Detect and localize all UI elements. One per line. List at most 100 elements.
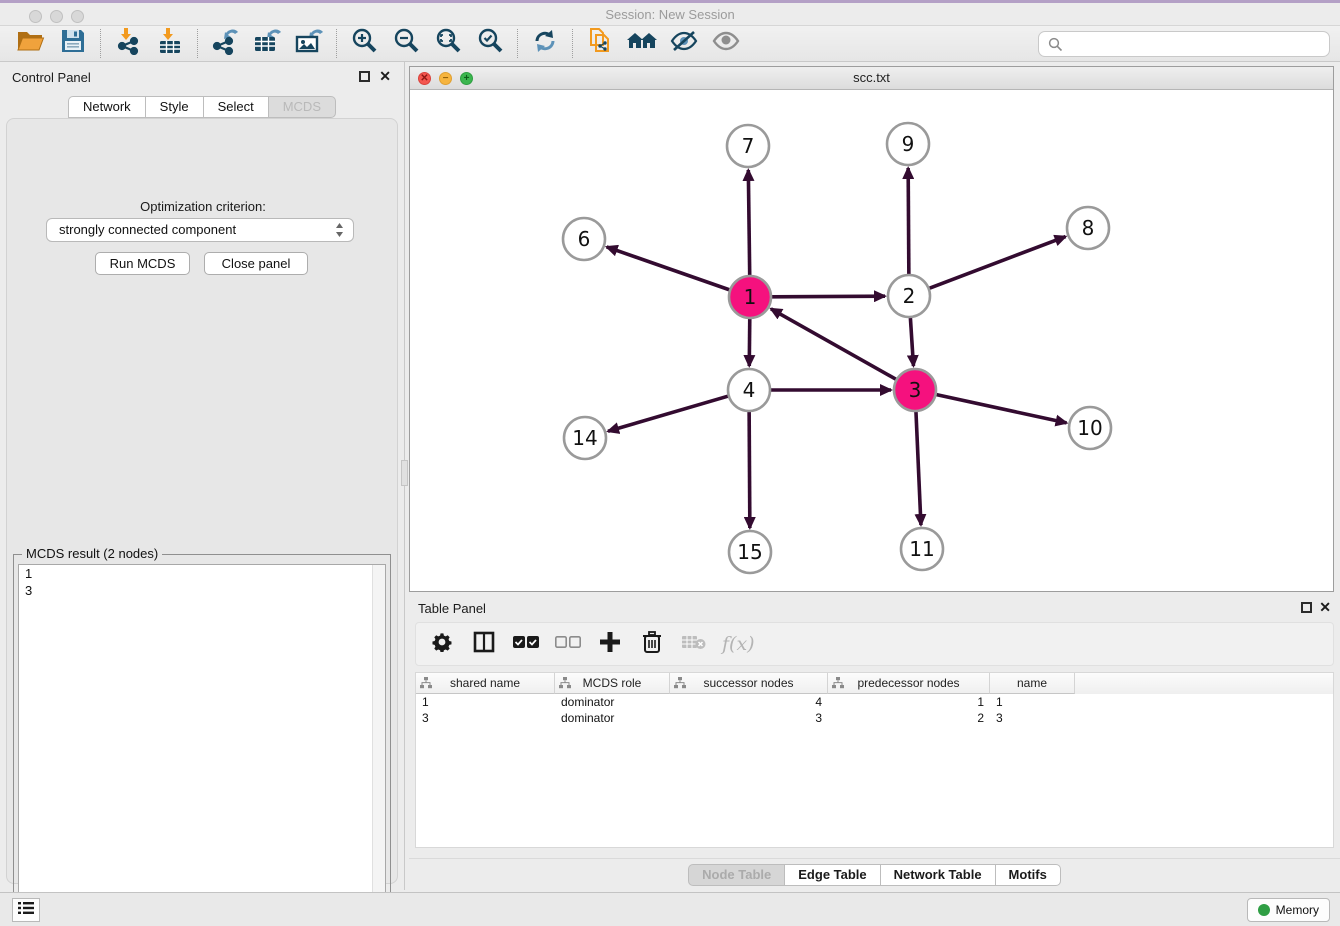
network-minimize-icon[interactable]: − (439, 72, 452, 85)
open-session-button[interactable] (10, 28, 52, 60)
toolbar-separator (572, 29, 573, 58)
edge-4-14[interactable] (608, 396, 728, 431)
clone-network-button[interactable] (579, 28, 621, 60)
delete-table-button[interactable] (680, 630, 708, 658)
task-history-button[interactable] (12, 898, 40, 922)
table-cell[interactable]: dominator (555, 694, 670, 710)
table-cell[interactable]: 1 (828, 694, 990, 710)
network-close-icon[interactable]: ✕ (418, 72, 431, 85)
zoom-in-button[interactable] (343, 28, 385, 60)
edge-2-3[interactable] (910, 318, 913, 366)
splitter-handle[interactable] (401, 460, 408, 486)
tab-network-table[interactable]: Network Table (880, 864, 995, 886)
tab-edge-table[interactable]: Edge Table (784, 864, 879, 886)
column-header-name[interactable]: name (990, 673, 1075, 694)
export-network-button[interactable] (204, 28, 246, 60)
table-cell[interactable]: dominator (555, 710, 670, 726)
add-column-button[interactable] (596, 630, 624, 658)
float-panel-icon[interactable] (1301, 602, 1312, 613)
zoom-selected-button[interactable] (469, 28, 511, 60)
table-cell[interactable]: 3 (416, 710, 555, 726)
column-header-MCDS-role[interactable]: MCDS role (555, 673, 670, 694)
node-3[interactable]: 3 (894, 369, 936, 411)
edge-4-15[interactable] (749, 412, 750, 528)
edge-1-6[interactable] (607, 247, 730, 290)
network-canvas[interactable]: 7 9 6 8 1 2 4 3 14 10 15 11 (410, 90, 1333, 591)
tab-mcds[interactable]: MCDS (268, 96, 336, 118)
window-minimize-button[interactable] (50, 10, 63, 23)
table-cell[interactable]: 1 (990, 694, 1075, 710)
edge-1-2[interactable] (772, 296, 885, 297)
mcds-result-scrollbar[interactable] (372, 565, 385, 926)
node-7[interactable]: 7 (727, 125, 769, 167)
node-label: 1 (744, 285, 757, 309)
table-cell[interactable]: 2 (828, 710, 990, 726)
tab-motifs[interactable]: Motifs (995, 864, 1061, 886)
node-15[interactable]: 15 (729, 531, 771, 573)
run-mcds-button[interactable]: Run MCDS (95, 252, 190, 275)
save-session-button[interactable] (52, 28, 94, 60)
tab-network[interactable]: Network (68, 96, 145, 118)
network-graph[interactable]: 7 9 6 8 1 2 4 3 14 10 15 11 (410, 90, 1333, 591)
show-columns-button[interactable] (470, 630, 498, 658)
table-cell[interactable]: 1 (416, 694, 555, 710)
columns-icon (473, 631, 495, 658)
window-close-button[interactable] (29, 10, 42, 23)
column-header-successor-nodes[interactable]: successor nodes (670, 673, 828, 694)
tab-node-table[interactable]: Node Table (688, 864, 784, 886)
node-8[interactable]: 8 (1067, 207, 1109, 249)
network-zoom-icon[interactable]: + (460, 72, 473, 85)
close-panel-icon[interactable]: ✕ (379, 71, 391, 82)
mcds-result-textarea[interactable]: 13 (18, 564, 386, 926)
tab-style[interactable]: Style (145, 96, 203, 118)
optimization-criterion-select[interactable]: strongly connected component (46, 218, 354, 242)
show-all-button[interactable] (705, 28, 747, 60)
table-row[interactable]: 1dominator411 (416, 694, 1333, 710)
refresh-button[interactable] (524, 28, 566, 60)
node-10[interactable]: 10 (1069, 407, 1111, 449)
deselect-all-columns-button[interactable] (554, 630, 582, 658)
tab-select[interactable]: Select (203, 96, 268, 118)
table-cell[interactable]: 3 (670, 710, 828, 726)
first-neighbors-button[interactable] (621, 28, 663, 60)
edge-3-11[interactable] (916, 412, 921, 525)
edge-2-9[interactable] (908, 168, 909, 274)
table-row[interactable]: 3dominator323 (416, 710, 1333, 726)
edge-1-7[interactable] (748, 170, 749, 275)
table-settings-button[interactable] (428, 630, 456, 658)
edge-3-10[interactable] (936, 395, 1066, 423)
column-header-shared-name[interactable]: shared name (416, 673, 555, 694)
zoom-out-button[interactable] (385, 28, 427, 60)
column-header-predecessor-nodes[interactable]: predecessor nodes (828, 673, 990, 694)
hide-selected-button[interactable] (663, 28, 705, 60)
network-window-titlebar[interactable]: ✕ − + scc.txt (410, 67, 1333, 90)
select-all-columns-button[interactable] (512, 630, 540, 658)
float-panel-icon[interactable] (359, 71, 370, 82)
edge-2-8[interactable] (930, 237, 1066, 289)
optimization-criterion-label: Optimization criterion: (7, 199, 399, 214)
table-cell[interactable]: 3 (990, 710, 1075, 726)
edge-1-4[interactable] (749, 319, 750, 366)
window-zoom-button[interactable] (71, 10, 84, 23)
toolbar-separator (517, 29, 518, 58)
delete-columns-button[interactable] (638, 630, 666, 658)
node-9[interactable]: 9 (887, 123, 929, 165)
export-table-button[interactable] (246, 28, 288, 60)
edge-3-1[interactable] (771, 309, 896, 379)
zoom-fit-button[interactable] (427, 28, 469, 60)
import-network-button[interactable] (107, 28, 149, 60)
node-1[interactable]: 1 (729, 276, 771, 318)
export-image-button[interactable] (288, 28, 330, 60)
memory-button[interactable]: Memory (1247, 898, 1330, 922)
function-builder-button[interactable]: f(x) (722, 633, 755, 655)
node-4[interactable]: 4 (728, 369, 770, 411)
node-6[interactable]: 6 (563, 218, 605, 260)
node-2[interactable]: 2 (888, 275, 930, 317)
node-11[interactable]: 11 (901, 528, 943, 570)
close-panel-icon[interactable]: ✕ (1319, 602, 1331, 613)
table-cell[interactable]: 4 (670, 694, 828, 710)
node-14[interactable]: 14 (564, 417, 606, 459)
import-table-button[interactable] (149, 28, 191, 60)
search-input[interactable] (1038, 31, 1330, 57)
close-panel-button[interactable]: Close panel (204, 252, 308, 275)
